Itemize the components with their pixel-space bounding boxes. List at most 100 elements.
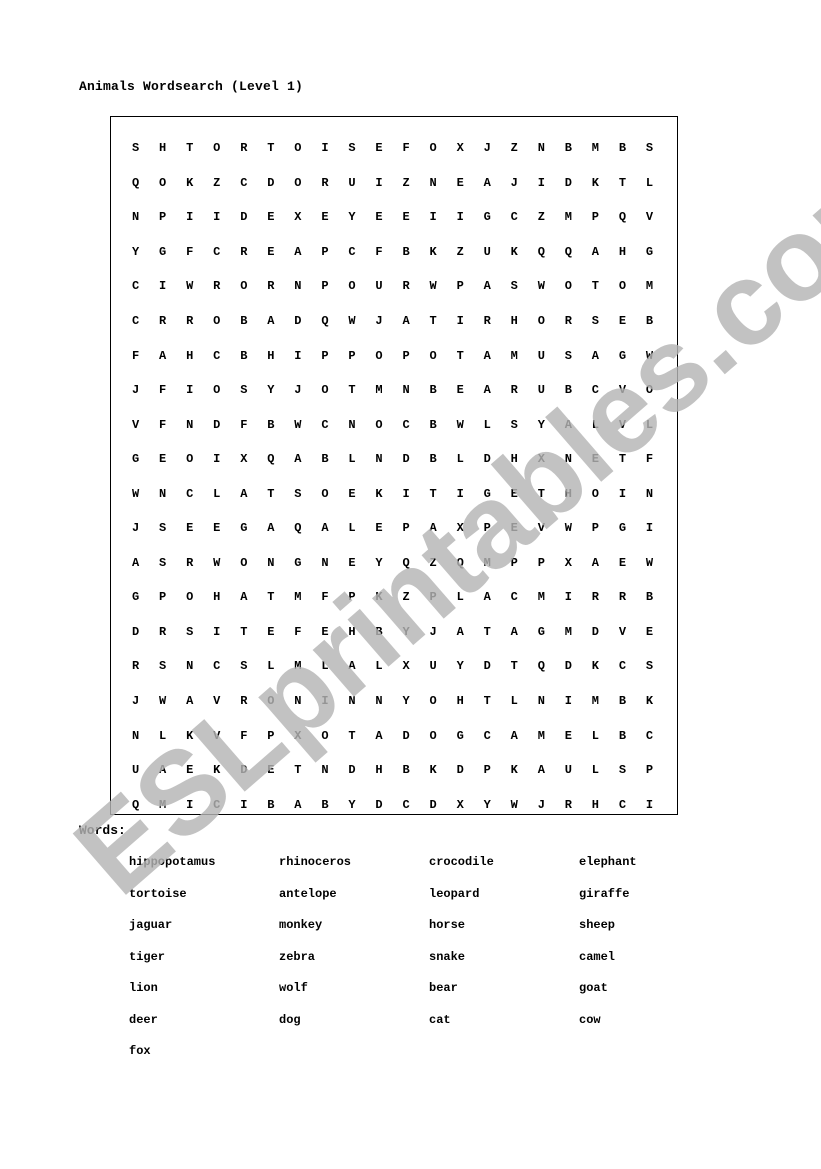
grid-letter: K [510,244,518,259]
grid-letter: K [213,763,221,778]
grid-letter: M [537,590,545,605]
grid-letter: E [348,555,356,570]
grid-letter: A [186,694,194,709]
grid-letter: X [537,452,545,467]
grid-letter: F [375,244,383,259]
grid-letter: C [348,244,356,259]
grid-letter: A [240,590,248,605]
grid-letter: C [402,797,410,812]
grid-letter: A [483,175,491,190]
grid-letter: C [213,659,221,674]
grid-letter: L [645,417,654,432]
grid-letter: F [159,383,167,398]
grid-letter: I [564,590,572,605]
grid-letter: M [483,555,491,570]
grid-letter: S [132,141,140,156]
grid-letter: P [510,555,518,570]
grid-letter: R [321,175,329,190]
grid-letter: X [294,728,302,743]
grid-row: JFIOSYJOTMNBEARUBCVO [132,373,673,408]
grid-letter: M [294,659,302,674]
grid-letter: T [294,763,302,778]
grid-letter: T [267,141,275,156]
grid-letter: N [294,694,302,709]
grid-letter: Q [132,797,140,812]
grid-letter: Q [618,210,627,225]
word-item: antelope [279,886,337,901]
grid-letter: H [564,486,572,501]
grid-letter: Z [456,244,464,259]
grid-letter: C [321,417,329,432]
grid-letter: R [186,314,194,328]
grid-letter: I [159,279,167,294]
grid-letter: J [429,624,437,639]
grid-letter: U [537,383,545,398]
grid-letter: N [402,383,410,398]
grid-row: NLKVFPXOTADOGCAMELBC [132,718,673,753]
grid-letter: X [456,521,464,536]
grid-letter: V [132,417,140,432]
grid-letter: X [456,141,464,156]
grid-letter: V [618,624,627,639]
grid-letter: N [429,175,437,190]
grid-letter: K [591,659,599,674]
grid-letter: W [186,279,194,294]
grid-letter: U [564,763,572,778]
grid-letter: C [132,314,140,328]
grid-letter: L [645,175,654,190]
grid-letter: G [132,590,140,605]
grid-letter: I [213,210,221,225]
grid-letter: B [267,417,275,432]
grid-letter: M [564,210,572,225]
word-list: hippopotamus rhinoceros crocodile elephant t… [129,855,729,1076]
word-item: wolf [279,981,308,995]
grid-letter: Z [510,141,518,156]
word-item: cow [579,1012,601,1027]
grid-row: VFNDFBWCNOCBWLSYALVL [132,407,673,442]
grid-letter: H [456,694,464,709]
grid-letter: G [645,244,654,259]
grid-letter: C [510,210,518,225]
grid-letter: B [402,244,410,259]
grid-letter: I [564,694,572,709]
grid-letter: L [348,452,356,467]
grid-letter: R [213,279,221,294]
grid-letter: W [213,555,221,570]
grid-letter: M [375,383,383,398]
grid-letter: B [321,797,329,812]
grid-letter: O [348,279,356,294]
grid-letter: E [267,210,275,225]
word-item: monkey [279,918,323,932]
grid-letter: T [456,348,464,363]
grid-letter: W [456,417,464,432]
grid-letter: R [159,624,167,639]
grid-letter: J [537,797,545,812]
grid-letter: N [186,659,194,674]
word-item: tiger [129,949,166,964]
grid-letter: I [213,452,221,467]
word-item: elephant [579,855,637,869]
grid-letter: S [618,763,627,778]
grid-letter: Q [267,452,275,467]
grid-letter: Y [402,694,410,709]
grid-letter: Y [348,797,356,812]
grid-letter: P [591,210,599,225]
grid-letter: M [591,694,599,709]
word-item: snake [429,949,466,964]
grid-letter: T [618,452,627,467]
grid-letter: A [402,314,410,328]
grid-letter: A [456,624,464,639]
grid-letter: U [348,175,356,190]
grid-row: WNCLATSOEKITIGETHOIN [132,476,673,511]
grid-letter: S [645,659,654,674]
grid-letter: R [132,659,140,674]
grid-row: JWAVRONINNYOHTLNIMBK [132,684,673,719]
grid-letter: O [429,728,437,743]
grid-letter: S [510,417,518,432]
grid-letter: C [645,728,654,743]
grid-letter: O [186,452,194,467]
grid-letter: A [483,348,491,363]
grid-letter: C [186,486,194,501]
grid-letter: I [456,486,464,501]
grid-letter: H [213,590,221,605]
